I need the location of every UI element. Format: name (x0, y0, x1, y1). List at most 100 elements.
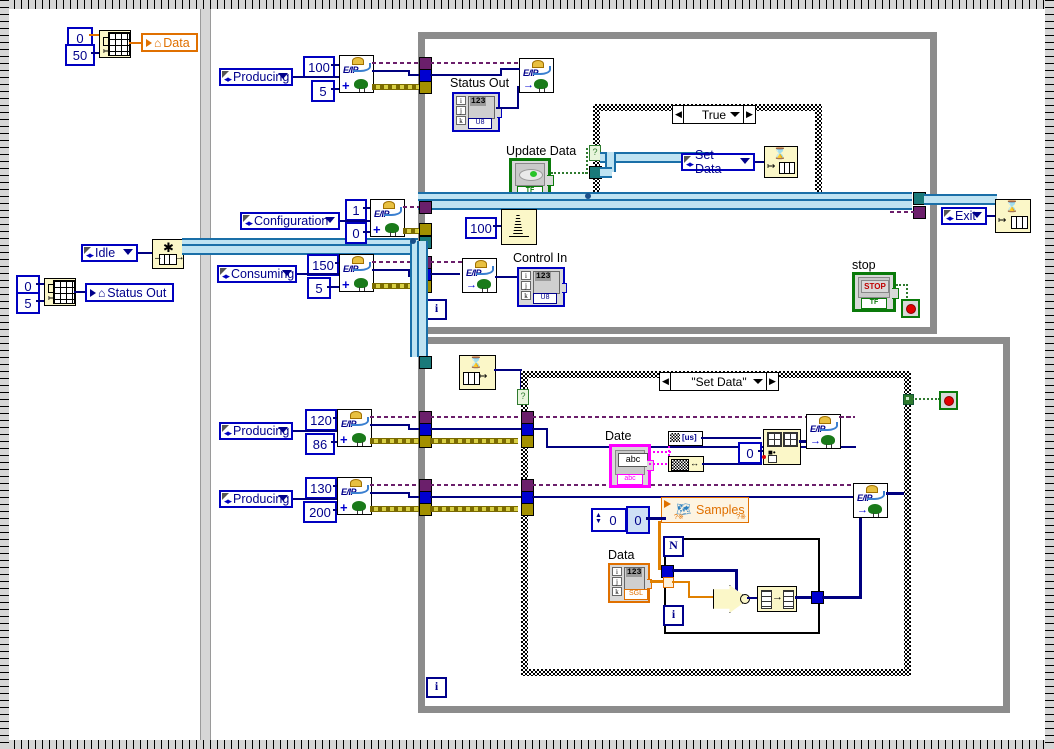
status-out-cluster-indicator[interactable]: i j k 123 U8 (452, 92, 502, 132)
enum-left-right-icon: ◂▸ (222, 271, 230, 281)
const-prod2-top[interactable]: 120 (305, 409, 337, 431)
const-prod2-bottom[interactable]: 86 (305, 433, 335, 455)
queue-glyph-arrow: ↦ (479, 371, 488, 382)
consumer-loop-stop-terminal[interactable] (939, 391, 958, 410)
const-value: 5 (319, 83, 327, 99)
wire-blue-row1 (372, 70, 410, 72)
dequeue-element-node[interactable]: ⌛ ↦ (459, 355, 496, 390)
const-timestamp-0[interactable]: 0 (738, 442, 762, 464)
ijk-index-col: i j k (612, 567, 622, 597)
build-array-node[interactable]: ■• (762, 429, 801, 465)
enum-idle[interactable]: ◂▸ Idle (81, 244, 138, 262)
eip-read-node-status[interactable]: E/IP → (519, 58, 554, 93)
enum-producing-1[interactable]: ◂▸ Producing (219, 68, 293, 86)
wire-blue-prod3 (370, 492, 410, 494)
wire-yel-row1 (372, 84, 424, 90)
const-consuming-bottom[interactable]: 5 (307, 277, 331, 299)
swoosh-icon (351, 485, 369, 494)
block-diagram-canvas[interactable]: 0 50 •→ ↦↔ ⌂Data ◂▸ Idle ✱ – → 0 5 •→ ↦↔ (0, 0, 1054, 749)
eip-write-node-1[interactable]: E/IP + (339, 55, 374, 93)
const-value: 86 (312, 436, 328, 452)
ijk-value-area: 123 (624, 567, 645, 590)
plus-icon: + (342, 78, 350, 93)
enum-configuration[interactable]: ◂▸ Configuration (240, 212, 340, 230)
const-value: 0 (634, 512, 642, 528)
ijk-representation: SGL (624, 589, 648, 600)
case-next-arrow-setdata[interactable]: ▶ (766, 372, 779, 391)
globe-stand-icon (390, 232, 396, 236)
array-to-cluster-node[interactable]: → (757, 586, 797, 612)
enum-exit[interactable]: ◂▸ Exit (941, 207, 987, 225)
eip-write-node-config[interactable]: E/IP + (370, 199, 405, 237)
const-producing1-top[interactable]: 100 (303, 56, 335, 78)
const-producing1-bottom[interactable]: 5 (311, 80, 335, 102)
eip-write-node-3[interactable]: E/IP + (337, 477, 372, 515)
repr-text: SGL (628, 590, 643, 597)
chevron-down-icon (730, 112, 740, 117)
indicator-status-out-left[interactable]: ⌂ Status Out (85, 283, 175, 302)
const-value: 0 (76, 30, 84, 46)
case-selector-true[interactable]: True (683, 105, 745, 124)
string-length-node[interactable]: ↔ (668, 456, 704, 472)
samples-q-left: ?※ (674, 514, 684, 521)
data-init-const-50[interactable]: 50 (65, 44, 95, 66)
timeout-const-100[interactable]: 100 (465, 217, 497, 239)
loop-count-control[interactable]: ▲ ▼ 0 (591, 508, 627, 532)
const-config-bottom[interactable]: 0 (345, 222, 367, 244)
tunnel-yellow-config (419, 223, 432, 236)
case-selector-setdata[interactable]: "Set Data" (670, 372, 768, 391)
queue-glyph-arrow: ↦ (998, 215, 1007, 226)
stop-boolean-control[interactable]: STOP TF (852, 272, 899, 312)
enqueue-element-node-exit[interactable]: ⌛ ↦ (995, 199, 1031, 233)
case-next-arrow-true[interactable]: ▶ (743, 105, 756, 124)
wire-update-data-v (586, 148, 588, 174)
enum-consuming[interactable]: ◂▸ Consuming (217, 265, 297, 283)
queue-glyph-top: ⌛ (469, 357, 483, 369)
enum-set-data[interactable]: ◂▸ Set Data (681, 148, 755, 176)
arrow-right-icon: → (857, 504, 868, 516)
tunnel-error-exit (913, 206, 926, 219)
format-date-time-node[interactable]: [us] (668, 431, 703, 446)
enum-producing-3[interactable]: ◂▸ Producing (219, 490, 293, 508)
const-value: 120 (310, 412, 332, 428)
wire-update-data (551, 172, 587, 174)
eip-write-node-consuming[interactable]: E/IP + (339, 254, 374, 292)
enqueue-element-node-true[interactable]: ⌛ ↦ (764, 146, 798, 178)
control-in-cluster-indicator[interactable]: i j k 123 U8 (517, 267, 567, 307)
pane-divider (200, 9, 211, 740)
ijk-representation: U8 (468, 118, 492, 129)
wire-yel-prod2-2 (430, 438, 518, 444)
frame-ticks-bottom (0, 740, 1054, 749)
chevron-down-icon (753, 379, 763, 384)
const-prod3-bottom[interactable]: 200 (303, 501, 337, 523)
const-value: 5 (315, 280, 323, 296)
obtain-queue-node[interactable]: ✱ – → (152, 239, 185, 269)
eip-write-node-date[interactable]: E/IP → (806, 414, 841, 449)
globe-stand-icon (357, 442, 363, 446)
stop-button-glyph: STOP (861, 280, 889, 293)
samples-node[interactable]: 🗺 Samples ?※ ?※ (661, 497, 749, 523)
string-value: abc (625, 454, 641, 464)
const-prod3-top[interactable]: 130 (305, 477, 337, 499)
eip-write-node-2[interactable]: E/IP + (337, 409, 372, 447)
string-value-box[interactable]: abc (618, 453, 648, 467)
date-string-control[interactable]: abc abc (609, 444, 654, 488)
status-init-const-5[interactable]: 5 (16, 292, 40, 314)
wire-consuming-enum (297, 273, 339, 275)
wait-ms-node[interactable] (501, 209, 537, 245)
eip-write-node-samples[interactable]: E/IP → (853, 483, 888, 518)
hatch-glyph (670, 433, 680, 442)
const-value: 200 (309, 504, 331, 520)
a2c-right-glyph (783, 590, 794, 609)
data-cluster-control[interactable]: i j k 123 SGL (608, 563, 652, 603)
enum-producing-2[interactable]: ◂▸ Producing (219, 422, 293, 440)
const-config-top[interactable]: 1 (345, 199, 367, 221)
for-loop-N: N (663, 536, 684, 557)
eip-read-node-control-in[interactable]: E/IP → (462, 258, 497, 293)
producer-loop-iteration: i (426, 299, 447, 320)
wire-err-prod2 (370, 416, 424, 418)
loop-stop-terminal[interactable] (901, 299, 920, 318)
swoosh-icon (353, 262, 371, 271)
indicator-data[interactable]: ⌂ Data (141, 33, 198, 52)
wire-consumer-stop (912, 398, 940, 400)
